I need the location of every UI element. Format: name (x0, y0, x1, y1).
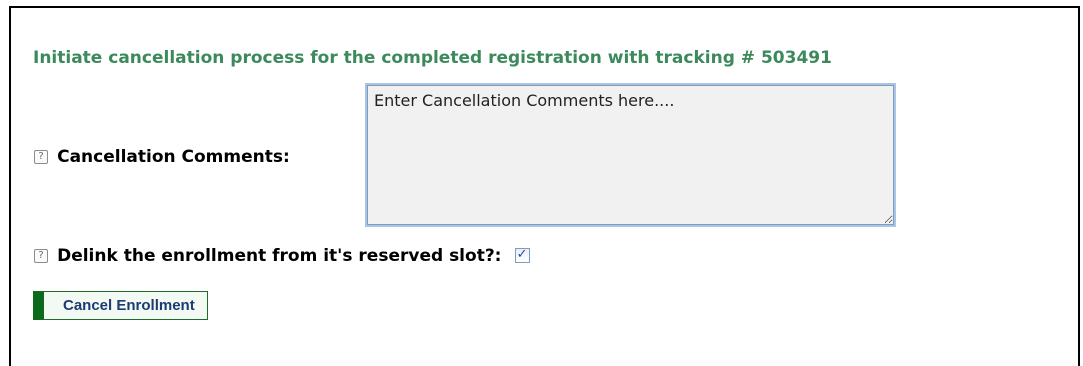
cancellation-comments-textarea[interactable]: Enter Cancellation Comments here.... (367, 85, 894, 225)
delink-label: Delink the enrollment from it's reserved… (57, 245, 502, 266)
help-icon[interactable]: ? (34, 149, 48, 164)
comments-label: Cancellation Comments: (57, 146, 290, 167)
delink-checkbox[interactable]: ✓ (514, 247, 530, 263)
page-title: Initiate cancellation process for the co… (33, 48, 832, 68)
comments-row: ? Cancellation Comments: (34, 146, 290, 167)
cancel-enrollment-button[interactable]: Cancel Enrollment (33, 291, 208, 320)
checkmark-icon: ✓ (516, 247, 528, 262)
delink-row: ? Delink the enrollment from it's reserv… (34, 245, 530, 266)
help-icon[interactable]: ? (34, 248, 48, 263)
